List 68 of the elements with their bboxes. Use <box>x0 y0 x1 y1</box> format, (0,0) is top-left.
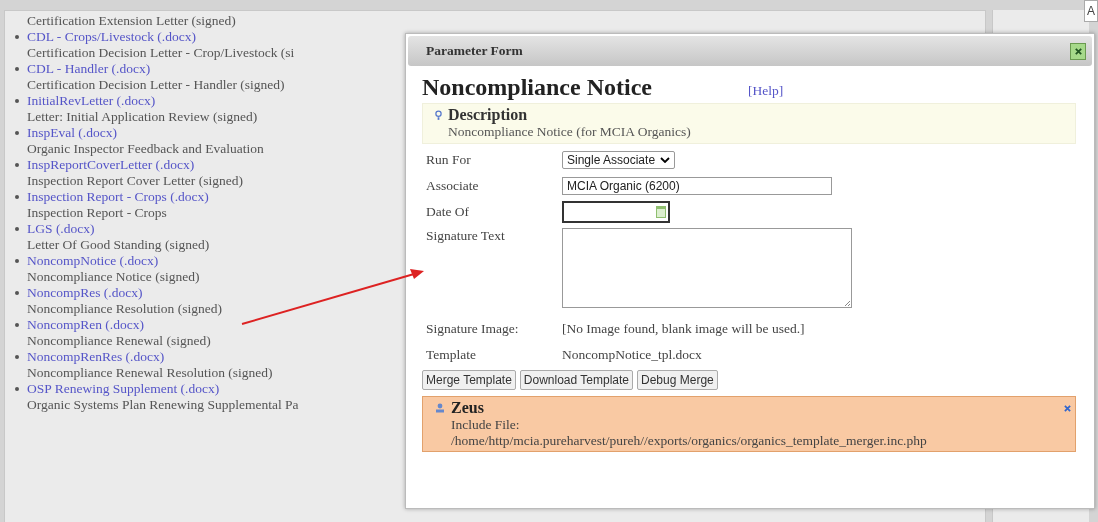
field-label: Template <box>426 347 478 363</box>
close-icon <box>1073 46 1083 56</box>
bullet-icon <box>15 195 19 199</box>
bullet-icon <box>15 291 19 295</box>
field-label: Associate <box>426 178 480 194</box>
field-label: Run For <box>426 152 472 168</box>
field-label: Signature Image: <box>426 321 520 337</box>
associate-field[interactable]: MCIA Organic (6200) <box>562 177 832 195</box>
notice-text: /home/http/mcia.pureharvest/pureh//exports/organics/organics_template_merger.inc.php <box>451 433 928 449</box>
bullet-icon <box>15 387 19 391</box>
notice-text: Include File: <box>451 417 521 433</box>
run-for-dropdown[interactable]: Single Associate <box>562 151 676 169</box>
bullet-icon <box>15 67 19 71</box>
bullet-icon <box>15 227 19 231</box>
signature-text-field[interactable] <box>562 228 852 308</box>
close-button[interactable] <box>1070 42 1086 60</box>
document-description: Letter Of Good Standing (signed) <box>27 237 210 253</box>
resize-grip-icon[interactable] <box>843 299 851 307</box>
document-description: Noncompliance Renewal (signed) <box>27 333 211 349</box>
document-description: Noncompliance Renewal Resolution (signed) <box>27 365 273 381</box>
bullet-icon <box>15 355 19 359</box>
corner-tab[interactable]: A <box>1084 0 1098 22</box>
bullet-icon <box>15 35 19 39</box>
document-description: Noncompliance Notice (signed) <box>27 269 200 285</box>
document-link[interactable]: CDL - Handler (.docx) <box>27 61 151 77</box>
description-text: Noncompliance Notice (for MCIA Organics) <box>448 124 692 140</box>
field-value: NoncompNotice_tpl.docx <box>562 347 702 363</box>
help-link[interactable]: [Help] <box>747 83 784 99</box>
document-link[interactable]: InspEval (.docx) <box>27 125 117 141</box>
close-icon[interactable] <box>1064 404 1071 412</box>
document-link[interactable]: InitialRevLetter (.docx) <box>27 93 156 109</box>
lightbulb-icon <box>435 109 442 121</box>
document-link[interactable]: CDL - Crops/Livestock (.docx) <box>27 29 196 45</box>
document-description: Organic Inspector Feedback and Evaluation <box>27 141 264 157</box>
document-description: Certification Extension Letter (signed) <box>27 13 236 29</box>
document-link[interactable]: Inspection Report - Crops (.docx) <box>27 189 209 205</box>
document-link[interactable]: OSP Renewing Supplement (.docx) <box>27 381 220 397</box>
document-description: Organic Systems Plan Renewing Supplemental Pa <box>27 397 299 413</box>
document-link[interactable]: NoncompNotice (.docx) <box>27 253 159 269</box>
document-description: Certification Decision Letter - Handler (signed) <box>27 77 285 93</box>
document-description: Inspection Report - Crops <box>27 205 167 221</box>
field-label: Date Of <box>426 204 471 220</box>
form-button[interactable]: Download Template <box>519 370 633 390</box>
dialog-title: Parameter Form <box>426 43 523 59</box>
chevron-icon <box>660 157 671 163</box>
field-label: Signature Text <box>426 228 506 244</box>
description-title: Description <box>448 106 528 124</box>
document-link[interactable]: NoncompRes (.docx) <box>27 285 143 301</box>
form-heading: Noncompliance Notice <box>422 74 652 101</box>
field-value: [No Image found, blank image will be used.] <box>562 321 805 337</box>
document-link[interactable]: NoncompRenRes (.docx) <box>27 349 165 365</box>
bullet-icon <box>15 131 19 135</box>
document-link[interactable]: LGS (.docx) <box>27 221 95 237</box>
form-button[interactable]: Merge Template <box>422 370 516 390</box>
document-link[interactable]: NoncompRen (.docx) <box>27 317 144 333</box>
user-icon <box>435 403 445 413</box>
document-description: Certification Decision Letter - Crop/Livestock (si <box>27 45 295 61</box>
bullet-icon <box>15 163 19 167</box>
date-field[interactable] <box>562 201 670 223</box>
document-description: Letter: Initial Application Review (signed) <box>27 109 258 125</box>
document-description: Noncompliance Resolution (signed) <box>27 301 222 317</box>
document-description: Inspection Report Cover Letter (signed) <box>27 173 243 189</box>
form-button[interactable]: Debug Merge <box>637 370 718 390</box>
bullet-icon <box>15 323 19 327</box>
bullet-icon <box>15 99 19 103</box>
document-link[interactable]: InspReportCoverLetter (.docx) <box>27 157 195 173</box>
notice-title: Zeus <box>451 399 485 417</box>
bullet-icon <box>15 259 19 263</box>
